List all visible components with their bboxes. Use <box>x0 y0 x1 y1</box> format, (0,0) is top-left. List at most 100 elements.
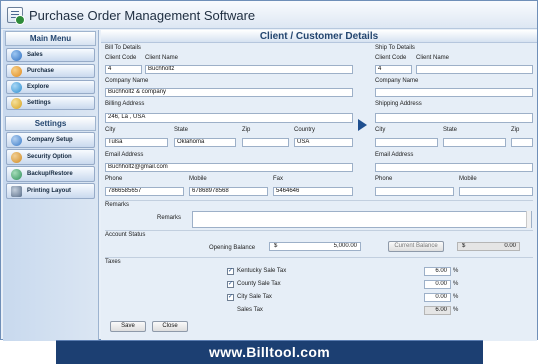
sidebar-item-label: Printing Layout <box>27 188 71 194</box>
remarks-scrollbar[interactable] <box>526 211 531 228</box>
ship-client-name-field[interactable] <box>416 65 533 74</box>
bill-email-field[interactable]: Buchholtz@gmail.com <box>105 163 353 172</box>
copy-address-arrow-icon[interactable] <box>358 119 367 131</box>
client-details-panel: Client / Customer Details Bill To Detail… <box>101 30 537 341</box>
bill-company-name-field[interactable]: Buchholtz & company <box>105 88 353 97</box>
county-tax-checkbox[interactable]: ✓ <box>227 281 234 288</box>
ship-city-field[interactable] <box>375 138 438 147</box>
bill-to-heading: Bill To Details <box>105 45 141 51</box>
sidebar: Main Menu Sales Purchase Explore Setting… <box>3 30 99 341</box>
ship-to-heading: Ship To Details <box>375 45 415 51</box>
ship-mobile-field[interactable] <box>459 187 533 196</box>
ship-city-label: City <box>375 127 386 133</box>
sidebar-item-settings[interactable]: Settings <box>6 96 95 110</box>
account-status-section-label: Account Status <box>105 232 146 238</box>
county-tax-field[interactable]: 0.00 <box>424 280 451 289</box>
settings-heading: Settings <box>5 116 96 131</box>
county-tax-unit: % <box>453 281 459 287</box>
kentucky-tax-field[interactable]: 6.00 <box>424 267 451 276</box>
bill-client-code-field[interactable]: 4 <box>105 65 142 74</box>
opening-balance-field[interactable]: $ 5,000.00 <box>269 242 361 251</box>
billing-address-label: Billing Address <box>105 101 145 107</box>
bill-client-name-label: Client Name <box>145 55 179 61</box>
bill-fax-field[interactable]: 5464646 <box>273 187 353 196</box>
panel-title: Client / Customer Details <box>101 30 537 43</box>
ship-client-code-label: Client Code <box>375 55 407 61</box>
bill-country-label: Country <box>294 127 316 133</box>
ship-zip-field[interactable] <box>511 138 533 147</box>
bill-state-label: State <box>174 127 189 133</box>
city-tax-unit: % <box>453 294 459 300</box>
purchase-icon <box>11 66 22 77</box>
settings-icon <box>11 98 22 109</box>
ship-phone-field[interactable] <box>375 187 454 196</box>
city-tax-field[interactable]: 0.00 <box>424 293 451 302</box>
main-menu-heading: Main Menu <box>5 31 96 46</box>
sidebar-item-label: Sales <box>27 52 43 58</box>
save-button[interactable]: Save <box>110 321 146 332</box>
bill-email-label: Email Address <box>105 152 144 158</box>
explore-icon <box>11 82 22 93</box>
billing-address-field[interactable]: 246, La , USA <box>105 113 353 123</box>
sidebar-item-company-setup[interactable]: Company Setup <box>6 132 95 148</box>
city-tax-checkbox[interactable]: ✓ <box>227 294 234 301</box>
ship-client-name-label: Client Name <box>416 55 450 61</box>
sales-tax-field: 6.00 <box>424 306 451 315</box>
current-balance-value: 0.00 <box>504 243 516 249</box>
bill-fax-label: Fax <box>273 176 284 182</box>
app-logo-icon <box>7 7 25 25</box>
sidebar-item-sales[interactable]: Sales <box>6 48 95 62</box>
opening-balance-value: 5,000.00 <box>333 243 357 249</box>
section-divider <box>105 200 533 201</box>
county-tax-label: County Sale Tax <box>237 281 281 287</box>
sidebar-item-security-option[interactable]: Security Option <box>6 149 95 165</box>
sidebar-item-label: Explore <box>27 84 50 90</box>
bill-mobile-field[interactable]: 67868978568 <box>189 187 268 196</box>
kentucky-tax-unit: % <box>453 268 459 274</box>
company-setup-icon <box>11 135 22 146</box>
sidebar-item-label: Purchase <box>27 68 55 74</box>
bill-city-field[interactable]: Tulsa <box>105 138 168 147</box>
ship-email-field[interactable] <box>375 163 533 172</box>
taxes-section-label: Taxes <box>105 259 121 265</box>
security-icon <box>11 152 22 163</box>
footer-banner: www.Billtool.com <box>56 340 483 364</box>
sales-tax-label: Sales Tax <box>237 307 263 313</box>
bill-client-name-field[interactable]: Buchholtz <box>145 65 353 74</box>
ship-zip-label: Zip <box>511 127 520 133</box>
currency-symbol: $ <box>274 243 278 249</box>
ship-state-label: State <box>443 127 458 133</box>
sidebar-item-backup-restore[interactable]: Backup/Restore <box>6 166 95 182</box>
bill-state-field[interactable]: Oklahoma <box>174 138 236 147</box>
title-bar: Purchase Order Management Software <box>1 1 537 29</box>
bill-zip-label: Zip <box>242 127 251 133</box>
remarks-label: Remarks <box>157 215 182 221</box>
ship-client-code-field[interactable]: 4 <box>375 65 412 74</box>
bill-city-label: City <box>105 127 116 133</box>
sidebar-item-label: Security Option <box>27 154 72 160</box>
kentucky-tax-checkbox[interactable]: ✓ <box>227 268 234 275</box>
bill-zip-field[interactable] <box>242 138 289 147</box>
current-balance-button[interactable]: Current Balance <box>388 241 444 252</box>
ship-state-field[interactable] <box>443 138 506 147</box>
shipping-address-field[interactable] <box>375 113 533 123</box>
bill-phone-label: Phone <box>105 176 123 182</box>
currency-symbol: $ <box>462 243 466 249</box>
city-tax-label: City Sale Tax <box>237 294 272 300</box>
sidebar-item-purchase[interactable]: Purchase <box>6 64 95 78</box>
sidebar-item-label: Backup/Restore <box>27 171 73 177</box>
app-title: Purchase Order Management Software <box>29 8 256 23</box>
remarks-field[interactable] <box>192 211 532 228</box>
bill-country-field[interactable]: USA <box>294 138 353 147</box>
current-balance-field: $ 0.00 <box>457 242 520 251</box>
ship-company-name-field[interactable] <box>375 88 533 97</box>
sidebar-item-explore[interactable]: Explore <box>6 80 95 94</box>
bill-client-code-label: Client Code <box>105 55 137 61</box>
shipping-address-label: Shipping Address <box>375 101 422 107</box>
sidebar-item-printing-layout[interactable]: Printing Layout <box>6 183 95 199</box>
bill-phone-field[interactable]: 7866585657 <box>105 187 184 196</box>
bill-mobile-label: Mobile <box>189 176 207 182</box>
section-divider <box>105 230 533 231</box>
close-button[interactable]: Close <box>152 321 188 332</box>
ship-phone-label: Phone <box>375 176 393 182</box>
